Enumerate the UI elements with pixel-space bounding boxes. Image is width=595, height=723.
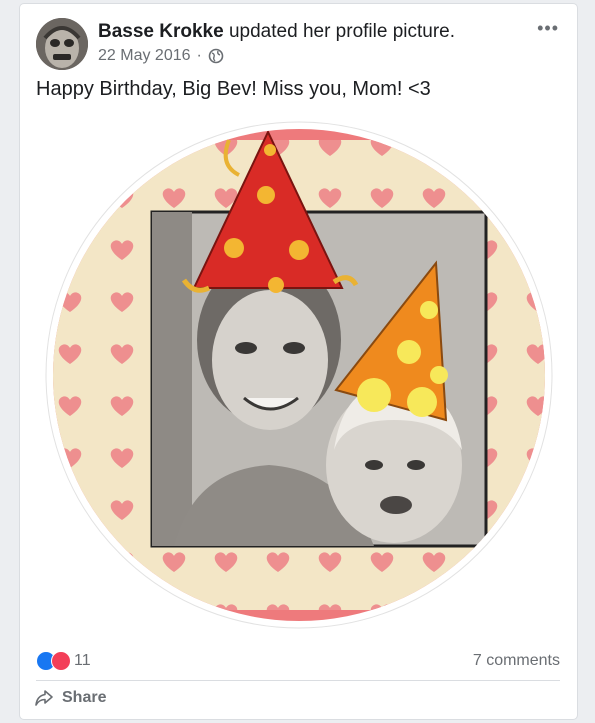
post-stats: 11 7 comments — [36, 650, 560, 672]
profile-picture[interactable] — [44, 120, 554, 630]
post-meta: 22 May 2016 · — [98, 47, 224, 65]
post-caption: Happy Birthday, Big Bev! Miss you, Mom! … — [36, 78, 431, 100]
post-action-text: updated her profile picture. — [223, 21, 456, 42]
post-header: Basse Krokke updated her profile picture… — [98, 21, 455, 43]
comments-count[interactable]: 7 comments — [473, 652, 560, 670]
author-avatar[interactable] — [36, 18, 88, 70]
reactions-summary[interactable]: 11 — [36, 651, 91, 671]
globe-icon[interactable] — [208, 48, 224, 64]
meta-separator: · — [196, 47, 202, 64]
share-button[interactable]: Share — [34, 689, 106, 707]
reaction-count: 11 — [74, 652, 91, 669]
post-card: Basse Krokke updated her profile picture… — [20, 4, 577, 719]
reaction-icons — [36, 651, 71, 671]
share-label: Share — [62, 689, 107, 706]
divider — [36, 680, 560, 681]
author-name[interactable]: Basse Krokke — [98, 21, 224, 42]
love-icon — [51, 651, 71, 671]
post-date[interactable]: 22 May 2016 — [98, 47, 191, 65]
share-arrow-icon — [35, 690, 53, 706]
ellipsis-icon[interactable]: ••• — [537, 18, 559, 39]
avatar-image — [36, 18, 88, 70]
